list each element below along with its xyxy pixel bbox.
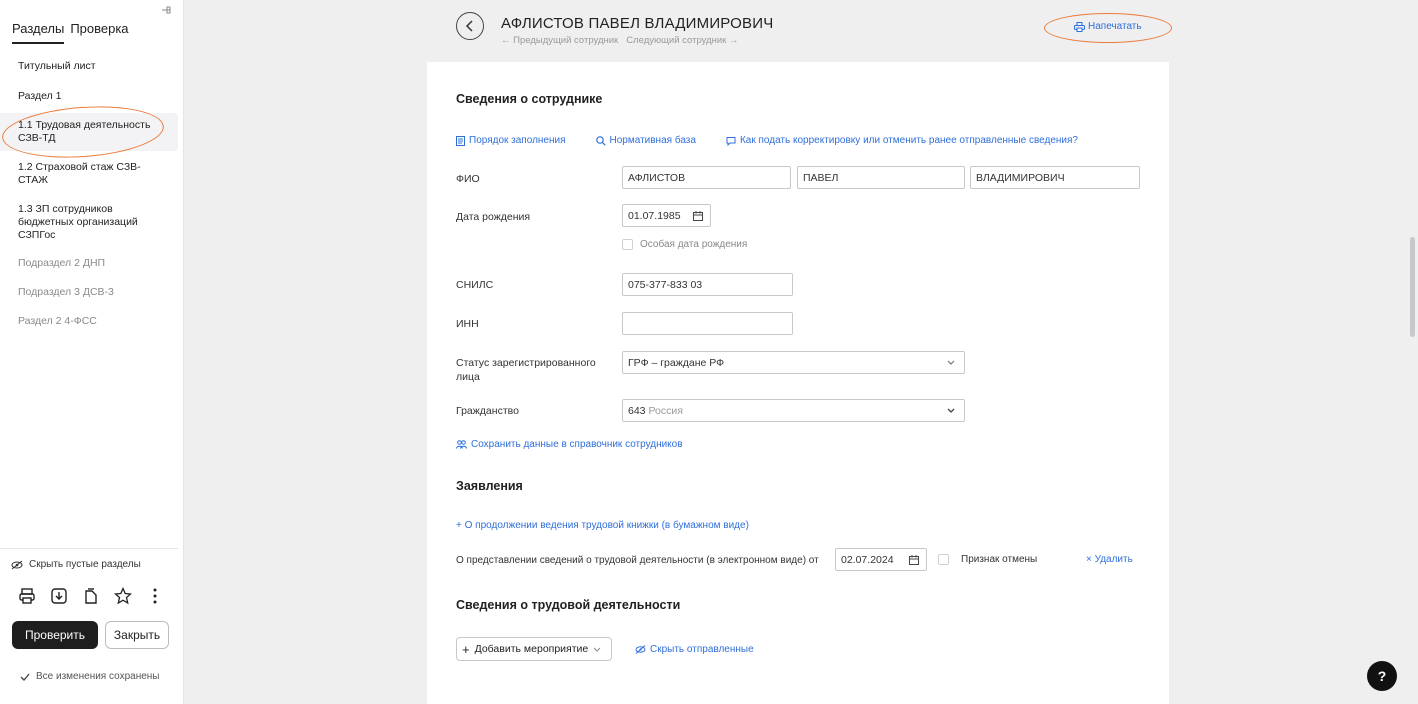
regulatory-base-label: Нормативная база [609,135,696,146]
calendar-icon[interactable] [909,555,919,565]
add-paper-book-link[interactable]: + О продолжении ведения трудовой книжки … [456,520,749,531]
nav-item-szv-td[interactable]: 1.1 Трудовая деятельность СЗВ-ТД [0,113,178,151]
nav-item-4fss[interactable]: Раздел 2 4-ФСС [0,308,184,335]
save-status-label: Все изменения сохранены [36,671,160,682]
nav-item-title-page[interactable]: Титульный лист [0,53,184,80]
birth-date-label: Дата рождения [456,211,531,223]
snils-label: СНИЛС [456,279,494,291]
copy-icon[interactable] [82,587,100,605]
back-button[interactable] [456,12,484,40]
more-icon[interactable] [146,587,164,605]
correction-help-link[interactable]: Как подать корректировку или отменить ра… [726,135,1078,146]
last-name-field[interactable]: АФЛИСТОВ [622,166,791,189]
nav-item-szv-stazh[interactable]: 1.2 Страховой стаж СЗВ-СТАЖ [0,154,184,194]
save-to-directory-link[interactable]: Сохранить данные в справочник сотруднико… [456,439,683,450]
sidebar-footer: Скрыть пустые разделы Проверить Закрыть … [0,548,178,682]
citizenship-select[interactable]: 643 Россия [622,399,965,422]
help-button[interactable]: ? [1367,661,1397,691]
inn-field[interactable] [622,312,793,335]
card-header: АФЛИСТОВ ПАВЕЛ ВЛАДИМИРОВИЧ ← Предыдущий… [427,0,1169,62]
employee-name: АФЛИСТОВ ПАВЕЛ ВЛАДИМИРОВИЧ [501,15,774,32]
fio-label: ФИО [456,173,480,185]
help-links: Порядок заполнения Нормативная база Как … [456,135,1078,146]
plus-icon: + [462,641,470,657]
save-to-directory-label: Сохранить данные в справочник сотруднико… [471,439,683,450]
hide-sent-link[interactable]: Скрыть отправленные [635,644,754,655]
printer-icon [1074,21,1085,32]
citizenship-code: 643 [628,404,646,417]
chevron-left-icon [465,20,473,32]
pin-icon[interactable] [161,4,173,19]
chevron-down-icon [947,360,955,365]
chevron-down-icon [593,647,601,652]
fill-order-label: Порядок заполнения [469,135,566,146]
fill-order-link[interactable]: Порядок заполнения [456,135,566,146]
checkbox-box [938,554,949,565]
statements-title: Заявления [456,479,523,493]
toolbar [18,587,164,605]
hide-sent-label: Скрыть отправленные [650,644,754,655]
print-link[interactable]: Напечатать [1074,21,1142,32]
regulatory-base-link[interactable]: Нормативная база [595,135,696,146]
status-label: Статус зарегистрированного лица [456,357,596,383]
status-select[interactable]: ГРФ – граждане РФ [622,351,965,374]
inn-label: ИНН [456,318,479,330]
employee-nav: ← Предыдущий сотрудник Следующий сотрудн… [501,35,738,46]
citizenship-label: Гражданство [456,405,519,417]
close-button[interactable]: Закрыть [105,621,169,649]
tab-check[interactable]: Проверка [70,21,128,44]
next-employee-link[interactable]: Следующий сотрудник → [626,35,738,46]
search-icon [595,135,606,146]
eye-off-icon [635,645,646,654]
delete-statement-link[interactable]: × Удалить [1086,554,1133,565]
star-icon[interactable] [114,587,132,605]
checkbox-box [622,239,633,250]
users-icon [456,440,467,449]
employee-card: АФЛИСТОВ ПАВЕЛ ВЛАДИМИРОВИЧ ← Предыдущий… [427,0,1169,704]
employee-section-title: Сведения о сотруднике [456,92,603,106]
cancel-flag-checkbox[interactable]: Признак отмены [938,554,1037,565]
activity-title: Сведения о трудовой деятельности [456,598,681,612]
sidebar: Разделы Проверка Титульный лист Раздел 1… [0,0,184,704]
add-event-button[interactable]: + Добавить мероприятие [456,637,612,661]
nav-item-dsv3[interactable]: Подраздел 3 ДСВ-3 [0,279,184,306]
nav-item-section-1[interactable]: Раздел 1 [0,83,184,110]
hide-empty-label: Скрыть пустые разделы [29,559,141,570]
statement-date-field[interactable]: 02.07.2024 [835,548,927,571]
print-label: Напечатать [1088,21,1142,32]
first-name-field[interactable]: ПАВЕЛ [797,166,965,189]
eye-off-icon [11,560,23,569]
statement-date-value: 02.07.2024 [841,553,894,566]
checkmark-icon [20,673,30,681]
print-icon[interactable] [18,587,36,605]
calendar-icon[interactable] [693,211,703,221]
chevron-down-icon [947,408,955,413]
hide-empty-toggle[interactable]: Скрыть пустые разделы [11,559,141,570]
special-birth-checkbox[interactable]: Особая дата рождения [622,239,747,250]
document-icon [456,135,465,146]
tab-sections[interactable]: Разделы [12,21,65,44]
correction-help-label: Как подать корректировку или отменить ра… [739,135,1078,146]
prev-employee-link[interactable]: ← Предыдущий сотрудник [501,35,618,46]
birth-date-value: 01.07.1985 [628,209,681,222]
sidebar-tabs: Разделы Проверка [12,21,129,44]
citizenship-name: Россия [648,404,683,417]
statement-row-label: О представлении сведений о трудовой деят… [456,555,819,566]
scrollbar[interactable] [1410,237,1415,337]
save-status: Все изменения сохранены [20,671,159,682]
birth-date-field[interactable]: 01.07.1985 [622,204,711,227]
snils-field[interactable]: 075-377-833 03 [622,273,793,296]
middle-name-field[interactable]: ВЛАДИМИРОВИЧ [970,166,1140,189]
special-birth-label: Особая дата рождения [640,239,748,250]
chat-icon [726,136,736,146]
status-value: ГРФ – граждане РФ [628,356,725,369]
nav-item-dnp[interactable]: Подраздел 2 ДНП [0,250,184,277]
download-icon[interactable] [50,587,68,605]
check-button[interactable]: Проверить [12,621,98,649]
section-nav: Титульный лист Раздел 1 1.1 Трудовая дея… [0,52,184,335]
nav-item-szpgos[interactable]: 1.3 ЗП сотрудников бюджетных организаций… [0,196,184,249]
add-event-label: Добавить мероприятие [474,643,589,655]
cancel-flag-label: Признак отмены [961,554,1038,565]
